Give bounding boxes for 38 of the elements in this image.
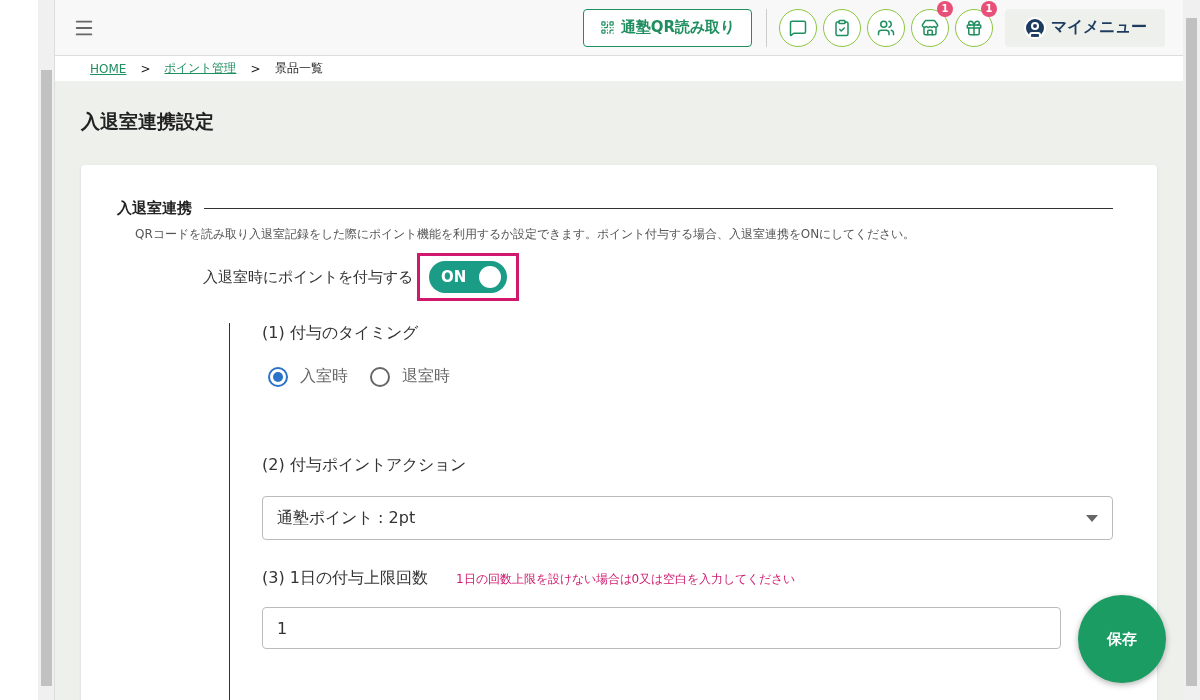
radio-icon[interactable] (370, 366, 390, 387)
checklist-icon-button[interactable] (823, 8, 861, 47)
qr-read-button[interactable]: 通塾QR読み取り (582, 8, 752, 47)
step-label: (2) 付与ポイントアクション (262, 455, 466, 476)
select-value: 通塾ポイント : 2pt (277, 507, 416, 529)
breadcrumb-link[interactable]: ポイント管理 (164, 60, 237, 77)
input-field[interactable]: 1 (262, 607, 1061, 649)
select-field[interactable]: 通塾ポイント : 2pt (262, 496, 1113, 540)
breadcrumb-separator: > (250, 61, 261, 76)
notification-badge: 1 (937, 0, 953, 17)
users-icon-button[interactable] (867, 8, 905, 47)
radio-icon[interactable] (268, 366, 288, 387)
gift-icon (965, 18, 983, 37)
scrollbar[interactable] (38, 0, 54, 700)
breadcrumb-separator: > (140, 61, 151, 76)
section-description: QRコードを読み取り入退室記録をした際にポイント機能を利用するか設定できます。ポイント付与する場合、入退室連携をONにしてください。 (135, 226, 917, 243)
message-icon (789, 18, 807, 37)
step-label: (3) 1日の付与上限回数 (262, 568, 428, 589)
user-icon (1023, 15, 1047, 40)
current-page-label: 景品一覧 (274, 60, 323, 77)
notification-badge: 1 (981, 0, 997, 17)
section-heading: 入退室連携 (117, 199, 192, 218)
breadcrumb-link[interactable]: HOME (90, 61, 127, 76)
store-icon (921, 18, 939, 37)
radio-option[interactable]: 入室時 (268, 366, 348, 387)
radio-option[interactable]: 退室時 (370, 366, 450, 387)
checklist-icon (833, 18, 851, 37)
toggle-switch[interactable]: ON (429, 261, 507, 293)
my-menu-button[interactable]: マイメニュー (1005, 8, 1165, 47)
scrollbar[interactable] (1183, 0, 1200, 700)
page-title: 入退室連携設定 (81, 109, 215, 134)
toggle-label: 入退室時にポイントを付与する (203, 267, 413, 287)
users-icon (877, 18, 895, 37)
hint-text: 1日の回数上限を設けない場合は0又は空白を入力してください (455, 571, 796, 588)
step-label: (1) 付与のタイミング (262, 323, 418, 344)
qr-code-icon (599, 20, 615, 35)
caret-icon (1086, 514, 1098, 522)
message-icon-button[interactable] (779, 8, 817, 47)
